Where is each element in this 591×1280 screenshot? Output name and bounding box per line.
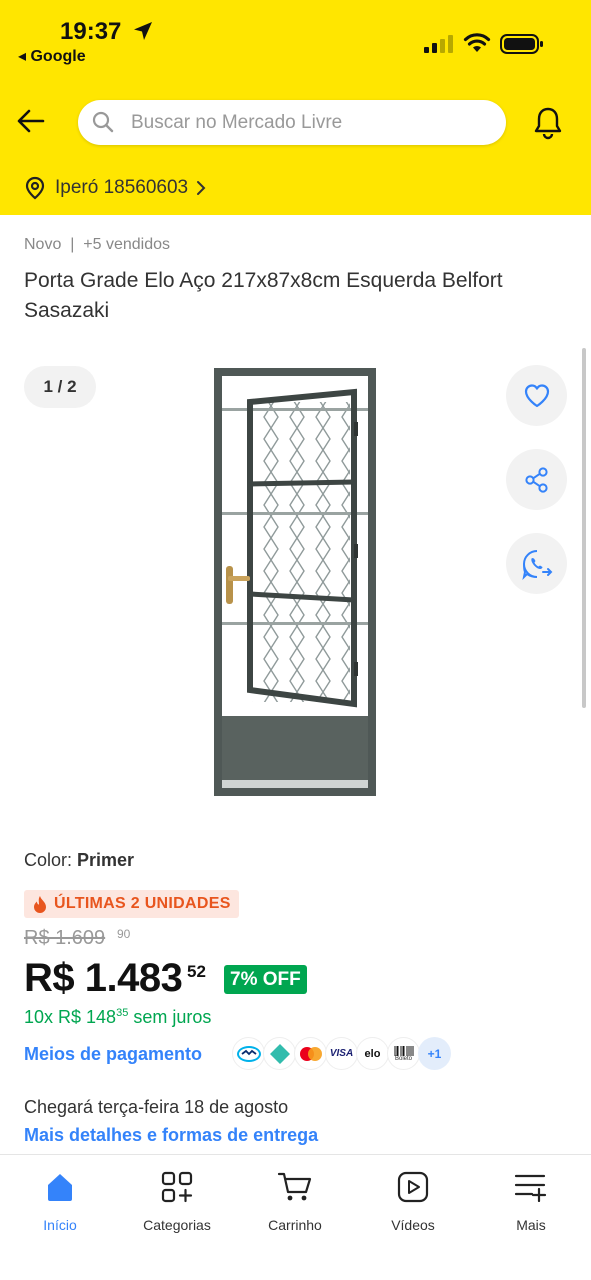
search-placeholder: Buscar no Mercado Livre — [131, 112, 343, 133]
stock-text: ÚLTIMAS 2 UNIDADES — [54, 895, 231, 912]
discount-badge: 7% OFF — [224, 965, 307, 994]
installments-suffix: sem juros — [128, 1007, 212, 1027]
heart-icon — [524, 383, 549, 407]
color-variant[interactable]: Color: Primer — [24, 850, 134, 871]
nav-label-videos: Vídeos — [391, 1217, 435, 1233]
location-pin-icon — [25, 176, 45, 200]
nav-label-more: Mais — [516, 1217, 546, 1233]
fire-icon — [34, 895, 46, 913]
menu-plus-icon — [514, 1174, 547, 1202]
boleto-icon: Boleto — [387, 1037, 420, 1070]
installments: 10x R$ 14835 sem juros — [24, 1007, 211, 1028]
signal-icon — [424, 35, 453, 53]
image-counter: 1 / 2 — [24, 366, 96, 408]
product-image[interactable] — [206, 362, 384, 806]
nav-item-videos[interactable]: Vídeos — [363, 1169, 463, 1233]
condition-sold-count: Novo | +5 vendidos — [24, 236, 171, 253]
bell-icon[interactable] — [532, 106, 564, 140]
visa-text: VISA — [329, 1048, 354, 1059]
nav-label-categories: Categorias — [143, 1217, 211, 1233]
current-price: R$ 1.483 — [24, 956, 183, 1000]
payment-icons[interactable]: VISA elo Boleto +1 — [232, 1037, 451, 1070]
visa-icon: VISA — [325, 1037, 358, 1070]
whatsapp-icon — [521, 549, 552, 580]
cart-icon — [277, 1172, 312, 1201]
search-input[interactable]: Buscar no Mercado Livre — [78, 100, 506, 145]
categories-icon — [161, 1171, 193, 1203]
scrollbar[interactable] — [582, 348, 586, 708]
home-icon — [48, 1174, 72, 1201]
wifi-icon — [463, 33, 491, 52]
nav-item-more[interactable]: Mais — [481, 1169, 581, 1233]
stock-badge: ÚLTIMAS 2 UNIDADES — [24, 890, 239, 918]
nav-label-home: Início — [43, 1217, 77, 1233]
nav-item-categories[interactable]: Categorias — [127, 1169, 227, 1233]
video-icon — [397, 1171, 429, 1203]
product-title: Porta Grade Elo Aço 217x87x8cm Esquerda … — [24, 269, 503, 322]
address-text: Iperó 18560603 — [55, 177, 189, 198]
delivery-estimate: Chegará terça-feira 18 de agosto — [24, 1097, 289, 1117]
more-payment-methods[interactable]: +1 — [418, 1037, 451, 1070]
header: 19:37 ◂ Google Buscar no Mercado Livre I… — [0, 0, 591, 215]
elo-icon: elo — [356, 1037, 389, 1070]
nav-item-cart[interactable]: Carrinho — [245, 1169, 345, 1233]
search-icon — [92, 111, 114, 133]
color-label: Color: — [24, 850, 78, 870]
chevron-right-icon — [197, 181, 206, 195]
address-selector[interactable]: Iperó 18560603 — [24, 175, 206, 201]
payment-methods-link[interactable]: Meios de pagamento — [24, 1044, 202, 1065]
status-time: 19:37 — [60, 18, 122, 45]
back-arrow-icon[interactable] — [16, 106, 46, 136]
whatsapp-share-button[interactable] — [506, 533, 567, 594]
battery-icon — [500, 34, 543, 54]
current-price-cents: 52 — [187, 962, 206, 981]
nav-label-cart: Carrinho — [268, 1217, 322, 1233]
mastercard-icon — [294, 1037, 327, 1070]
installments-cents: 35 — [116, 1007, 129, 1019]
old-price: R$ 1.609 — [24, 927, 106, 949]
elo-text: elo — [364, 1047, 381, 1060]
color-value: Primer — [77, 850, 135, 870]
boleto-text: Boleto — [394, 1055, 412, 1062]
installments-value: 10x R$ 148 — [24, 1007, 117, 1027]
pix-icon — [263, 1037, 296, 1070]
delivery-details-link[interactable]: Mais detalhes e formas de entrega — [24, 1125, 318, 1146]
favorite-button[interactable] — [506, 365, 567, 426]
back-to-google[interactable]: ◂ Google — [18, 46, 86, 66]
nav-item-home[interactable]: Início — [10, 1169, 110, 1233]
bottom-nav: Início Categorias Carrinho Vídeos Mais — [0, 1154, 591, 1280]
mercado-pago-icon — [232, 1037, 265, 1070]
share-button[interactable] — [506, 449, 567, 510]
share-icon — [524, 466, 548, 493]
location-arrow-icon — [134, 22, 152, 40]
old-price-cents: 90 — [117, 927, 131, 941]
